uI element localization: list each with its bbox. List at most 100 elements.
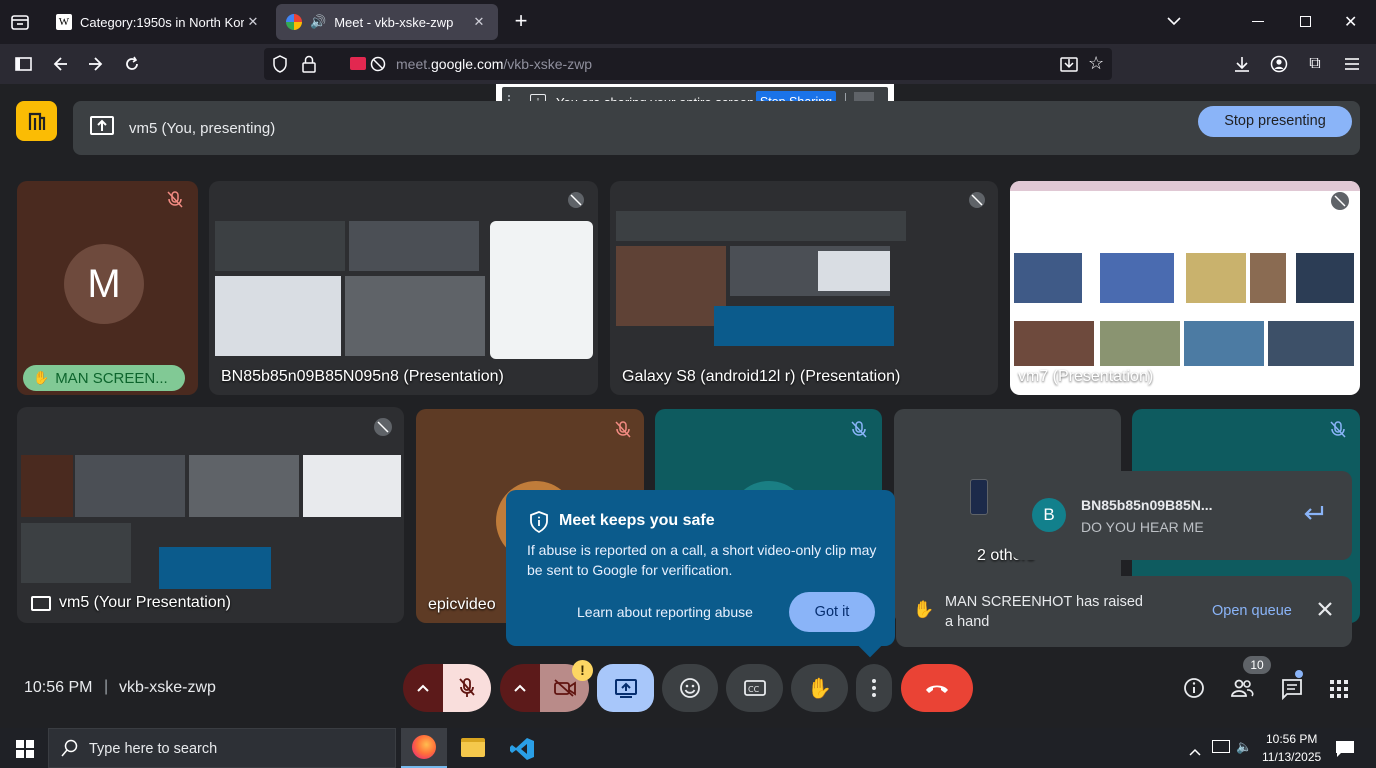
notifications-icon[interactable] — [1335, 740, 1355, 763]
mic-off-icon — [167, 191, 183, 213]
people-count-badge: 10 — [1243, 656, 1271, 674]
mic-off-icon — [615, 421, 631, 444]
audio-settings-chevron-button[interactable] — [403, 664, 443, 712]
meet-activities-logo[interactable] — [16, 101, 57, 141]
activities-grid-icon[interactable] — [1330, 680, 1348, 703]
shield-icon[interactable] — [272, 55, 288, 78]
participant-tile-vm5-presentation[interactable]: vm5 (Your Presentation) — [17, 407, 404, 623]
mic-off-icon — [459, 678, 475, 697]
tray-chevron-icon[interactable] — [1189, 743, 1201, 761]
minimize-button[interactable] — [1252, 21, 1264, 22]
safety-popup: Meet keeps you safe If abuse is reported… — [506, 490, 895, 658]
phone-device-icon — [970, 479, 988, 515]
svg-text:CC: CC — [748, 685, 760, 694]
mic-off-icon — [1330, 191, 1350, 216]
lock-icon[interactable] — [302, 55, 316, 78]
wikipedia-icon: W — [56, 14, 72, 30]
network-icon[interactable] — [1212, 740, 1230, 753]
tab-meet[interactable]: 🔊 Meet - vkb-xske-zwp ✕ — [276, 4, 498, 40]
forward-button[interactable] — [84, 52, 108, 76]
image-result — [1268, 321, 1354, 366]
raised-hand-toast: ✋ MAN SCREENHOT has raised a hand Open q… — [896, 576, 1352, 647]
mic-blocked-icon[interactable] — [370, 55, 386, 78]
meeting-time: 10:56 PM — [24, 679, 93, 696]
camera-warning-badge: ! — [572, 660, 593, 681]
participant-tile-vm7-presentation[interactable]: vm7 (Presentation) — [1010, 181, 1360, 395]
emoji-icon — [680, 678, 700, 698]
screen-thumbnail — [215, 276, 341, 356]
chat-icon[interactable] — [1281, 678, 1303, 705]
present-screen-button[interactable] — [597, 664, 654, 712]
new-tab-button[interactable]: + — [510, 10, 532, 32]
people-icon[interactable] — [1230, 678, 1254, 703]
address-bar[interactable]: meet.google.com/vkb-xske-zwp ☆ — [264, 48, 1112, 80]
file-explorer-icon[interactable] — [461, 738, 485, 757]
close-tab-icon[interactable]: ✕ — [470, 14, 488, 30]
got-it-button[interactable]: Got it — [789, 592, 875, 632]
tile-name: Galaxy S8 (android12l r) (Presentation) — [622, 368, 901, 385]
mic-off-icon — [968, 191, 986, 214]
tile-name: BN85b85n09B85N095n8 (Presentation) — [221, 368, 504, 385]
sidebar-toggle-icon[interactable] — [12, 52, 36, 76]
reply-icon[interactable] — [1304, 504, 1326, 527]
captions-icon: CC — [743, 680, 766, 696]
mic-off-icon — [373, 417, 393, 442]
separator: | — [104, 678, 109, 695]
menu-icon[interactable] — [1340, 52, 1364, 76]
close-icon[interactable] — [1317, 601, 1333, 622]
restore-button[interactable] — [1300, 16, 1311, 27]
present-screen-icon — [90, 116, 114, 135]
tile-name: vm5 (Your Presentation) — [59, 594, 231, 611]
bookmark-star-icon[interactable]: ☆ — [1088, 53, 1104, 74]
presenting-bar: vm5 (You, presenting) Stop presenting — [73, 101, 1360, 155]
vscode-icon[interactable] — [509, 736, 535, 767]
reactions-button[interactable] — [662, 664, 718, 712]
speaker-icon[interactable]: 🔊 — [310, 14, 326, 30]
leave-call-button[interactable] — [901, 664, 973, 712]
more-options-button[interactable] — [856, 664, 892, 712]
meeting-details-icon[interactable] — [1183, 677, 1205, 704]
tab-overview-icon[interactable] — [10, 12, 30, 32]
video-settings-chevron-button[interactable] — [500, 664, 540, 712]
safety-popup-body: If abuse is reported on a call, a short … — [527, 542, 877, 578]
microphone-button[interactable] — [443, 664, 491, 712]
hand-icon: ✋ — [913, 600, 935, 619]
clock-date[interactable]: 11/13/2025 — [1262, 750, 1321, 764]
taskbar-search-box[interactable]: Type here to search — [48, 728, 396, 768]
screen-thumbnail — [159, 547, 271, 589]
mic-off-icon — [1330, 421, 1346, 444]
tab-title: Meet - vkb-xske-zwp — [334, 14, 454, 30]
chat-message-toast[interactable]: B BN85b85n09B85N... DO YOU HEAR ME — [1011, 471, 1352, 560]
avatar: M — [64, 244, 144, 324]
screen-thumbnail — [616, 211, 906, 241]
windows-start-icon[interactable] — [16, 740, 34, 763]
hand-icon: ✋ — [807, 677, 832, 700]
extensions-icon[interactable]: ⧉ — [1303, 52, 1327, 76]
captions-button[interactable]: CC — [726, 664, 783, 712]
image-result — [1100, 321, 1180, 366]
firefox-taskbar-button[interactable] — [401, 728, 447, 768]
participant-tile-bn-presentation[interactable]: BN85b85n09B85N095n8 (Presentation) — [209, 181, 598, 395]
tab-list-chevron-icon[interactable] — [1166, 14, 1182, 32]
presenting-label: vm5 (You, presenting) — [129, 120, 276, 137]
clock-time[interactable]: 10:56 PM — [1266, 732, 1317, 746]
stop-presenting-button[interactable]: Stop presenting — [1198, 106, 1352, 137]
reload-button[interactable] — [120, 52, 144, 76]
back-button[interactable] — [48, 52, 72, 76]
open-queue-button[interactable]: Open queue — [1212, 603, 1292, 619]
volume-muted-icon[interactable]: 🔈 — [1236, 739, 1252, 755]
mic-off-icon — [567, 191, 585, 214]
account-icon[interactable] — [1267, 52, 1291, 76]
close-window-button[interactable]: ✕ — [1344, 12, 1357, 32]
tab-wikipedia[interactable]: W Category:1950s in North Korea ✕ — [46, 4, 272, 40]
participant-tile-galaxy-presentation[interactable]: Galaxy S8 (android12l r) (Presentation) — [610, 181, 998, 395]
close-tab-icon[interactable]: ✕ — [244, 14, 262, 30]
raise-hand-button[interactable]: ✋ — [791, 664, 848, 712]
learn-reporting-link[interactable]: Learn about reporting abuse — [577, 604, 753, 620]
install-app-icon[interactable] — [1060, 55, 1078, 78]
chat-unread-dot — [1295, 670, 1303, 678]
screen-share-indicator-icon[interactable] — [350, 57, 366, 70]
participant-tile-m[interactable]: M ✋ MAN SCREEN... — [17, 181, 198, 395]
download-icon[interactable] — [1230, 52, 1254, 76]
screen-thumbnail — [21, 455, 73, 517]
